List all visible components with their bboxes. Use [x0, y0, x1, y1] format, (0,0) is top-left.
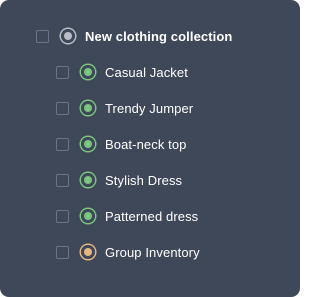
tree-item-row[interactable]: Casual Jacket — [56, 61, 188, 83]
item-checkbox[interactable] — [56, 209, 69, 223]
parent-checkbox[interactable] — [36, 29, 49, 43]
tree-item-label: Patterned dress — [105, 208, 199, 224]
item-checkbox[interactable] — [56, 173, 69, 187]
status-dot-icon — [61, 29, 75, 43]
tree-item-label: Boat-neck top — [105, 136, 187, 152]
tree-item-label: Trendy Jumper — [105, 100, 194, 116]
tree-item-row[interactable]: Boat-neck top — [56, 133, 187, 155]
tree-item-label: Casual Jacket — [105, 64, 188, 80]
tree-item-row[interactable]: Group Inventory — [56, 241, 200, 263]
tree-parent-label: New clothing collection — [85, 28, 233, 44]
item-checkbox[interactable] — [56, 101, 69, 115]
tree-item-row[interactable]: Trendy Jumper — [56, 97, 193, 119]
status-dot-icon — [81, 101, 95, 115]
status-dot-icon — [81, 65, 95, 79]
status-dot-icon — [81, 245, 95, 259]
tree-item-label: Stylish Dress — [105, 172, 183, 188]
status-dot-icon — [81, 173, 95, 187]
item-checkbox[interactable] — [56, 65, 69, 79]
tree-panel: New clothing collection Casual Jacket Tr… — [0, 0, 300, 297]
tree-parent-row[interactable]: New clothing collection — [36, 25, 232, 47]
item-checkbox[interactable] — [56, 245, 69, 259]
tree-item-row[interactable]: Stylish Dress — [56, 169, 182, 191]
status-dot-icon — [81, 209, 95, 223]
tree-item-label: Group Inventory — [105, 244, 200, 260]
status-dot-icon — [81, 137, 95, 151]
tree-item-row[interactable]: Patterned dress — [56, 205, 198, 227]
item-checkbox[interactable] — [56, 137, 69, 151]
